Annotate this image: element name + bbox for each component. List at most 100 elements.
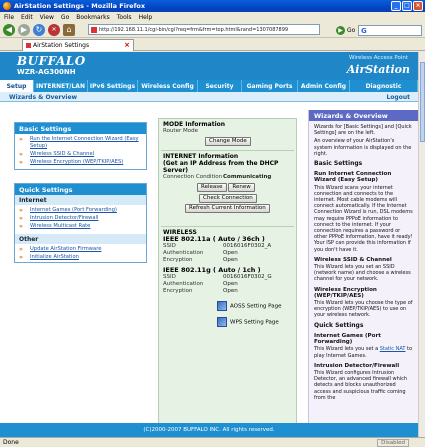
change-mode-button[interactable]: Change Mode [205, 137, 251, 146]
tab-setup[interactable]: Setup [0, 80, 34, 92]
page-footer: (C)2000-2007 BUFFALO INC. All rights res… [0, 423, 418, 437]
home-icon[interactable]: ⌂ [63, 23, 75, 36]
intrusion-detector-link[interactable]: » Intrusion Detector/Firewall [18, 215, 143, 222]
update-firmware-link[interactable]: » Update AirStation Firmware [18, 246, 143, 253]
airstation-logo: AirStation [346, 63, 410, 76]
help-header: Wizards & Overview [309, 110, 418, 121]
menu-go[interactable]: Go [61, 14, 69, 21]
vertical-scrollbar[interactable] [418, 52, 425, 437]
google-search-icon: G [361, 27, 367, 35]
search-input[interactable]: G [358, 25, 422, 36]
connection-condition-label: Connection Condition [163, 174, 223, 180]
help-basic-title: Basic Settings [314, 160, 363, 168]
help-wizard-title: Run Internet Connection Wizard (Easy Set… [314, 171, 392, 184]
double-arrow-icon: » [19, 215, 23, 222]
menu-tools[interactable]: Tools [117, 14, 132, 21]
aoss-icon[interactable] [217, 301, 227, 311]
multicast-rate-link[interactable]: » Wireless Multicast Rate [18, 223, 143, 230]
basic-settings-header: Basic Settings [15, 123, 146, 134]
help-ids-text: This Wizard configures Intrusion Detecto… [314, 369, 408, 401]
subnav-wizards-overview[interactable]: Wizards & Overview [9, 94, 77, 101]
check-connection-button[interactable]: Check Connection [199, 194, 257, 203]
band-g-enc: Open [223, 288, 238, 294]
tab-diagnostic[interactable]: Diagnostic [350, 80, 418, 92]
tab-ipv6-settings[interactable]: IPv6 Settings [88, 80, 138, 92]
sub-navigation: Wizards & Overview Logout [0, 92, 418, 102]
menu-view[interactable]: View [40, 14, 54, 21]
band-g-title: IEEE 802.11g ( Auto / 1ch ) [163, 266, 261, 274]
mode-value: Router Mode [163, 128, 198, 134]
basic-settings-panel: Basic Settings » Run the Internet Connect… [14, 122, 147, 170]
product-tagline: Wireless Access Point [349, 55, 408, 61]
status-text: Done [3, 439, 19, 446]
help-encryption-text: This Wizard lets you choose the type of … [314, 300, 413, 319]
wireless-encryption-link[interactable]: » Wireless Encryption (WEP/TKIP/AES) [18, 159, 143, 166]
initialize-link[interactable]: » Initialize AirStation [18, 254, 143, 261]
aoss-setting-link[interactable]: AOSS Setting Page [230, 304, 281, 310]
go-button-label[interactable]: Go [347, 27, 355, 34]
menu-edit[interactable]: Edit [21, 14, 33, 21]
tab-strip: AirStation Settings × [0, 38, 425, 51]
internet-subtitle: (Get an IP Address from the DHCP Server) [163, 160, 279, 174]
wps-icon[interactable] [217, 316, 227, 327]
go-arrow-icon[interactable]: ▶ [336, 26, 345, 35]
minimize-button[interactable]: _ [391, 1, 401, 11]
renew-button[interactable]: Renew [228, 183, 255, 192]
quick-internet-subheader: Internet [15, 195, 146, 205]
wps-setting-link[interactable]: WPS Setting Page [230, 319, 279, 325]
scrollbar-thumb[interactable] [420, 62, 425, 142]
double-arrow-icon: » [19, 151, 23, 158]
mode-title: MODE Information [163, 121, 226, 128]
wireless-ssid-link[interactable]: » Wireless SSID & Channel [18, 151, 143, 158]
double-arrow-icon: » [19, 246, 23, 253]
back-arrow-icon[interactable]: ◀ [3, 23, 15, 36]
authentication-label: Authentication [163, 250, 204, 256]
ssid-label: SSID [163, 243, 176, 249]
forward-arrow-icon[interactable]: ▶ [18, 23, 30, 36]
section-divider [161, 226, 294, 227]
brand-logo: BUFFALO [17, 54, 86, 68]
static-nat-link[interactable]: Static NAT [380, 346, 406, 352]
tab-internet-lan[interactable]: INTERNET/LAN [34, 80, 88, 92]
close-window-button[interactable]: × [413, 1, 423, 11]
internet-title: INTERNET Information [163, 153, 239, 160]
tab-security[interactable]: Security [198, 80, 242, 92]
internet-games-link[interactable]: » Internet Games (Port Forwarding) [18, 207, 143, 214]
status-indicator: Disabled [377, 439, 409, 447]
double-arrow-icon: » [19, 207, 23, 214]
encryption-label: Encryption [163, 257, 193, 263]
model-name: WZR-AG300NH [17, 68, 76, 76]
main-navigation: Setup INTERNET/LAN IPv6 Settings Wireles… [0, 80, 418, 92]
menu-bar: File Edit View Go Bookmarks Tools Help [0, 12, 425, 22]
tab-gaming-ports[interactable]: Gaming Ports [242, 80, 298, 92]
status-bar: Done Disabled [0, 437, 425, 447]
close-tab-icon[interactable]: × [124, 41, 130, 49]
firefox-logo-icon [3, 2, 11, 10]
help-ids-title: Intrusion Detector/Firewall [314, 362, 400, 369]
release-button[interactable]: Release [197, 183, 227, 192]
run-wizard-link[interactable]: » Run the Internet Connection Wizard (Eas… [18, 136, 143, 150]
address-bar[interactable]: http://192.168.11.1/cgi-bin/cgi?req=frm&… [88, 24, 320, 35]
double-arrow-icon: » [19, 159, 23, 166]
menu-file[interactable]: File [4, 14, 14, 21]
maximize-button[interactable]: □ [402, 1, 412, 11]
tab-admin-config[interactable]: Admin Config [298, 80, 350, 92]
help-intro-1: Wizards for [Basic Settings] and [Quick … [314, 124, 412, 137]
refresh-information-button[interactable]: Refresh Current Information [185, 204, 270, 213]
tab-wireless-config[interactable]: Wireless Config [138, 80, 198, 92]
menu-help[interactable]: Help [139, 14, 153, 21]
band-a-ssid: 0016016F0302_A [223, 243, 272, 249]
section-divider [161, 150, 294, 151]
tab-label: AirStation Settings [33, 42, 90, 49]
logout-link[interactable]: Logout [386, 94, 410, 101]
band-a-enc: Open [223, 257, 238, 263]
tab-favicon-icon [26, 43, 31, 48]
page-viewport: BUFFALO WZR-AG300NH Wireless Access Poin… [0, 52, 418, 437]
internet-section: INTERNET Information (Get an IP Address … [159, 153, 296, 213]
reload-icon[interactable]: ↻ [33, 23, 45, 36]
tab-airstation-settings[interactable]: AirStation Settings × [22, 39, 134, 51]
quick-settings-header: Quick Settings [15, 184, 146, 195]
encryption-label: Encryption [163, 288, 193, 294]
stop-icon[interactable]: ✕ [48, 23, 60, 36]
menu-bookmarks[interactable]: Bookmarks [76, 14, 110, 21]
